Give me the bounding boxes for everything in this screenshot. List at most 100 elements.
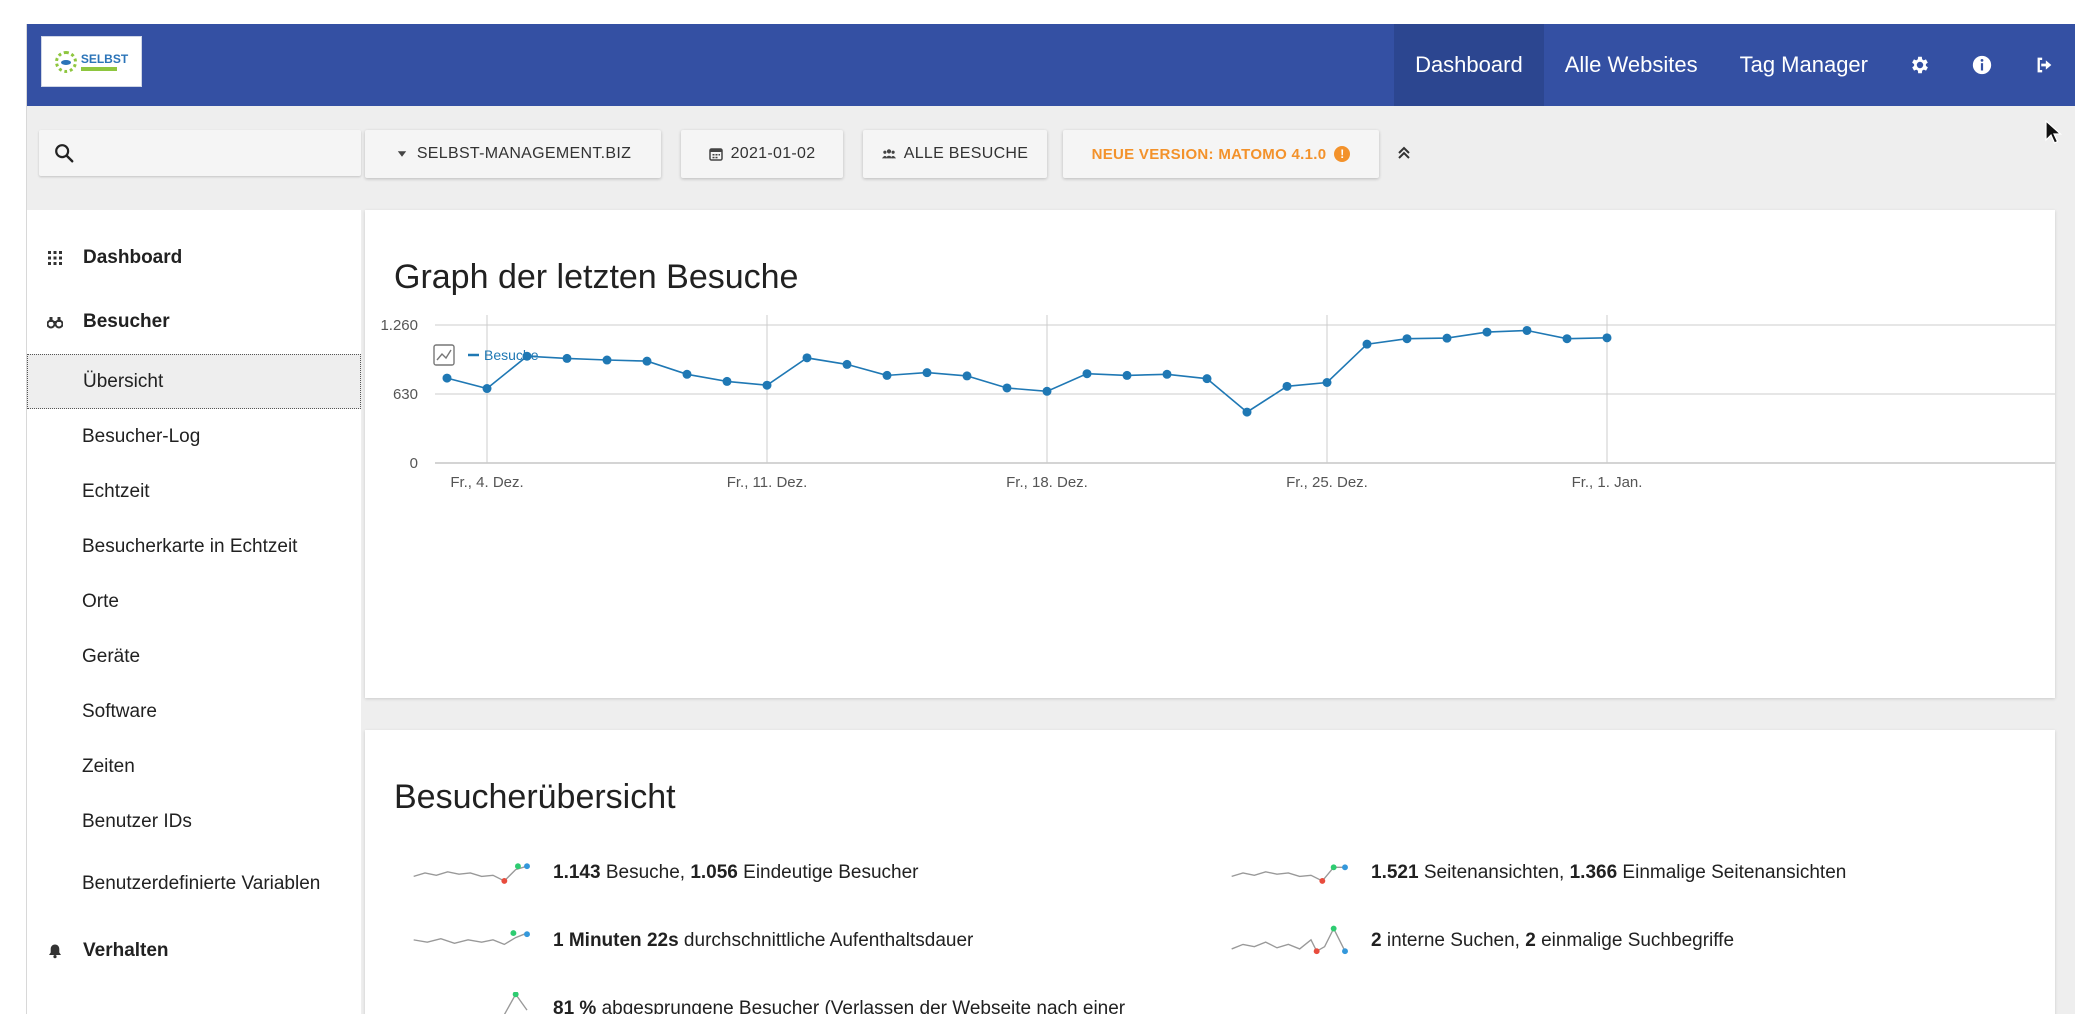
data-point[interactable] — [722, 376, 732, 386]
sparkline-icon[interactable] — [411, 924, 541, 958]
x-tick-label: Fr., 1. Jan. — [1572, 474, 1643, 491]
overview-card-title: Besucherübersicht — [394, 778, 676, 816]
stat-value: 1.143 — [553, 862, 601, 883]
chart-grid — [435, 315, 2055, 464]
sidebar-item-realtime[interactable]: Echtzeit — [27, 464, 361, 519]
data-point[interactable] — [1482, 327, 1492, 337]
double-chevron-up-icon[interactable] — [1393, 142, 1415, 164]
y-tick-label: 1.260 — [380, 317, 418, 334]
data-point[interactable] — [482, 384, 492, 394]
data-point[interactable] — [1082, 369, 1092, 379]
nav-all-websites[interactable]: Alle Websites — [1544, 24, 1719, 106]
warning-icon: ! — [1334, 146, 1351, 162]
data-point[interactable] — [1522, 325, 1532, 335]
data-point[interactable] — [1442, 333, 1452, 343]
data-point[interactable] — [1122, 370, 1132, 380]
graph-card: Graph der letzten Besuche 1.260 630 0 Fr.,… — [365, 210, 2055, 698]
stat-value: 1.366 — [1569, 862, 1618, 883]
x-axis-ticks: Fr., 4. Dez. Fr., 11. Dez. Fr., 18. Dez. Fr… — [450, 474, 1642, 491]
data-point[interactable] — [1402, 334, 1412, 344]
data-point[interactable] — [1602, 333, 1612, 343]
data-point[interactable] — [1322, 378, 1332, 387]
stat-label: einmalige Suchbegriffe — [1535, 930, 1735, 951]
date-selector-label: 2021-01-02 — [730, 145, 816, 162]
sidebar-item-user-ids[interactable]: Benutzer IDs — [27, 794, 361, 849]
site-selector-label: SELBST-MANAGEMENT.BIZ — [416, 145, 632, 162]
data-point[interactable] — [1162, 369, 1172, 379]
logout-icon[interactable] — [2013, 24, 2075, 106]
y-tick-label: 0 — [410, 455, 418, 472]
stat-label: interne Suchen, — [1381, 930, 1526, 951]
main-nav: Dashboard Alle Websites Tag Manager — [1394, 24, 2075, 106]
data-point[interactable] — [842, 359, 852, 369]
search-input[interactable] — [83, 144, 343, 162]
sidebar-section-dashboard[interactable]: Dashboard — [27, 226, 361, 290]
sparkline-icon[interactable] — [411, 992, 541, 1014]
sidebar-item-realtime-map[interactable]: Besucherkarte in Echtzeit — [27, 519, 361, 574]
data-point[interactable] — [882, 370, 892, 380]
chart-type-toggle-icon[interactable] — [433, 344, 455, 366]
data-point[interactable] — [1282, 381, 1292, 391]
stat-label: durchschnittliche Aufenthaltsdauer — [678, 930, 974, 951]
stat-label: Besuche, — [600, 862, 691, 883]
sidebar: Dashboard Besucher Übersicht Besucher-Lo… — [27, 210, 361, 1014]
info-icon[interactable] — [1951, 24, 2013, 106]
data-point[interactable] — [562, 353, 572, 363]
x-tick-label: Fr., 4. Dez. — [450, 474, 523, 491]
sidebar-item-devices[interactable]: Geräte — [27, 629, 361, 684]
sidebar-item-custom-variables[interactable]: Benutzerdefinierte Variablen — [27, 849, 361, 919]
stat-value: 2 — [1525, 930, 1536, 951]
data-point[interactable] — [442, 373, 452, 383]
sparkline-icon[interactable] — [411, 856, 541, 890]
nav-tag-manager[interactable]: Tag Manager — [1719, 24, 1889, 106]
overview-stat: 2 interne Suchen, 2 einmalige Suchbegrif… — [1229, 924, 1734, 958]
segment-selector-button[interactable]: ALLE BESUCHE — [863, 130, 1047, 178]
sidebar-section-visitors[interactable]: Besucher — [27, 290, 361, 354]
new-version-button[interactable]: NEUE VERSION: MATOMO 4.1.0 ! — [1063, 130, 1379, 178]
sidebar-item-locations[interactable]: Orte — [27, 574, 361, 629]
top-navigation-bar: SELBST Dashboard Alle Websites Tag Manag… — [27, 24, 2075, 106]
search-field[interactable] — [39, 130, 361, 176]
sidebar-section-behaviour[interactable]: Verhalten — [27, 919, 361, 983]
sidebar-item-times[interactable]: Zeiten — [27, 739, 361, 794]
segment-selector-label: ALLE BESUCHE — [903, 145, 1029, 162]
stat-value: 1.056 — [690, 862, 738, 883]
sparkline-icon[interactable] — [1229, 856, 1359, 890]
data-point[interactable] — [682, 369, 692, 379]
x-tick-label: Fr., 11. Dez. — [727, 474, 808, 491]
stat-value: 81 % — [553, 998, 597, 1014]
new-version-label: NEUE VERSION: MATOMO 4.1.0 — [1091, 145, 1327, 163]
data-point[interactable] — [1242, 407, 1252, 417]
visitor-overview-card: Besucherübersicht 1.143 Besuche, 1.056 E… — [365, 730, 2055, 1014]
sidebar-item-overview[interactable]: Übersicht — [27, 354, 361, 409]
series-line-besuche — [446, 329, 1608, 414]
site-logo[interactable]: SELBST — [41, 36, 142, 87]
date-selector-button[interactable]: 2021-01-02 — [681, 130, 843, 178]
data-point[interactable] — [522, 351, 532, 361]
sidebar-section-label: Besucher — [83, 311, 170, 332]
data-point[interactable] — [642, 356, 652, 366]
data-point[interactable] — [1042, 386, 1052, 396]
data-point[interactable] — [1562, 334, 1572, 344]
data-point[interactable] — [1002, 383, 1012, 393]
sparkline-icon[interactable] — [1229, 924, 1359, 958]
overview-stat: 1.521 Seitenansichten, 1.366 Einmalige S… — [1229, 856, 1846, 890]
data-point[interactable] — [762, 380, 772, 390]
logo-text: SELBST — [80, 51, 129, 66]
site-selector-button[interactable]: SELBST-MANAGEMENT.BIZ — [365, 130, 661, 178]
data-point[interactable] — [1202, 374, 1212, 384]
data-point[interactable] — [602, 355, 612, 365]
data-point[interactable] — [802, 353, 812, 363]
nav-dashboard[interactable]: Dashboard — [1394, 24, 1544, 106]
data-point[interactable] — [962, 371, 972, 381]
data-point[interactable] — [1362, 339, 1372, 349]
sidebar-item-visitor-log[interactable]: Besucher-Log — [27, 409, 361, 464]
grid-icon — [45, 248, 65, 268]
gear-icon[interactable] — [1889, 24, 1951, 106]
stat-label: abgesprungene Besucher (Verlassen der We… — [596, 998, 1126, 1014]
data-point[interactable] — [922, 368, 932, 378]
sidebar-item-software[interactable]: Software — [27, 684, 361, 739]
stat-label: Seitenansichten, — [1418, 862, 1570, 883]
overview-stat: 1.143 Besuche, 1.056 Eindeutige Besucher — [411, 856, 919, 890]
search-icon — [55, 144, 74, 163]
